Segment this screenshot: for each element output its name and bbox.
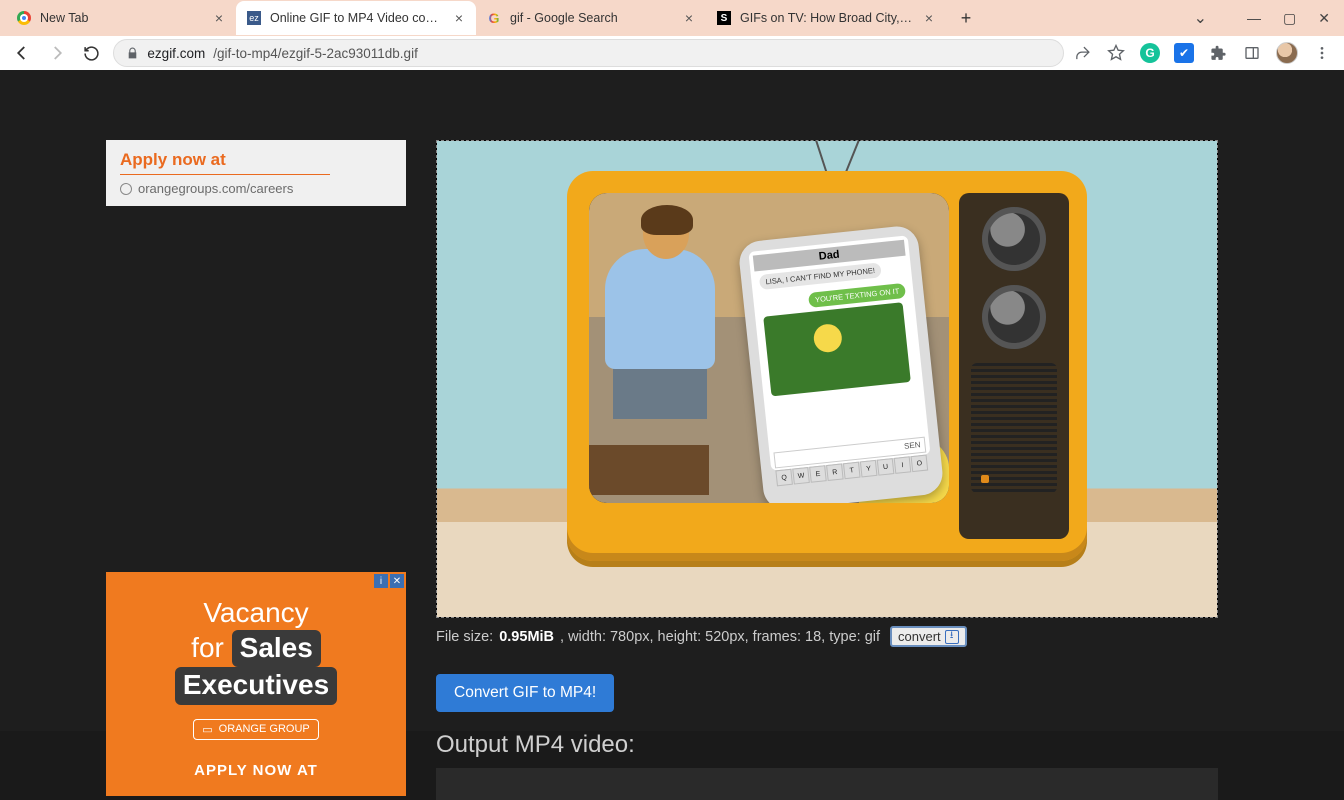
grammarly-icon[interactable]: G <box>1140 43 1160 63</box>
google-icon: G <box>486 10 502 26</box>
chrome-icon <box>16 10 32 26</box>
minimize-button[interactable]: ― <box>1247 10 1261 26</box>
gif-thumbnail <box>763 302 911 396</box>
window-controls: ⌄ ― ▢ ✕ <box>1194 8 1344 28</box>
file-size-value: 0.95MiB <box>499 629 554 645</box>
maximize-button[interactable]: ▢ <box>1283 10 1296 27</box>
url-input[interactable]: ezgif.com/gif-to-mp4/ezgif-5-2ac93011db.… <box>113 39 1064 67</box>
ad-headline: Apply now at <box>120 150 330 175</box>
tab-ezgif[interactable]: ez Online GIF to MP4 Video convert × <box>236 1 476 35</box>
output-video-box <box>436 768 1218 800</box>
tv-knob <box>982 207 1046 271</box>
ad-banner-top[interactable]: Apply now at orangegroups.com/careers <box>106 140 406 206</box>
close-icon[interactable]: × <box>682 11 696 25</box>
tv-knob <box>982 285 1046 349</box>
output-heading: Output MP4 video: <box>436 731 635 759</box>
download-arrow-icon: ⭳ <box>945 630 959 644</box>
tab-strip: New Tab × ez Online GIF to MP4 Video con… <box>0 0 1344 36</box>
close-icon[interactable]: × <box>212 11 226 25</box>
lock-icon <box>126 47 139 60</box>
toolbar-right: G ✔ <box>1072 42 1336 64</box>
ad-heading: Vacancy for Sales Executives <box>124 596 388 705</box>
ad-brand-chip: ▭ ORANGE GROUP <box>193 719 318 740</box>
close-icon[interactable]: × <box>922 11 936 25</box>
phone-illustration: Dad LISA, I CAN'T FIND MY PHONE! YOU'RE … <box>737 224 944 503</box>
tab-title: Online GIF to MP4 Video convert <box>270 11 444 25</box>
tab-google[interactable]: G gif - Google Search × <box>476 1 706 35</box>
bookmark-star-icon[interactable] <box>1106 43 1126 63</box>
close-icon[interactable]: × <box>452 11 466 25</box>
extensions-icon[interactable] <box>1208 43 1228 63</box>
tab-title: gif - Google Search <box>510 11 674 25</box>
share-icon[interactable] <box>1072 43 1092 63</box>
site-icon: S <box>716 10 732 26</box>
forward-button[interactable] <box>43 39 70 67</box>
sidepanel-icon[interactable] <box>1242 43 1262 63</box>
convert-chip[interactable]: convert ⭳ <box>890 626 967 647</box>
tv-speaker <box>971 363 1057 493</box>
gif-preview: Dad LISA, I CAN'T FIND MY PHONE! YOU'RE … <box>436 140 1218 618</box>
url-path: /gif-to-mp4/ezgif-5-2ac93011db.gif <box>213 46 418 61</box>
url-host: ezgif.com <box>147 46 205 61</box>
file-info-line: File size: 0.95MiB , width: 780px, heigh… <box>436 626 967 647</box>
tab-title: New Tab <box>40 11 204 25</box>
globe-icon <box>120 183 132 195</box>
tab-article[interactable]: S GIFs on TV: How Broad City, The × <box>706 1 946 35</box>
browser-chrome: New Tab × ez Online GIF to MP4 Video con… <box>0 0 1344 70</box>
ad-cta: APPLY NOW AT <box>124 762 388 779</box>
ad-subline: orangegroups.com/careers <box>120 181 392 196</box>
back-button[interactable] <box>8 39 35 67</box>
ad-banner-side[interactable]: i✕ Vacancy for Sales Executives ▭ ORANGE… <box>106 572 406 796</box>
close-window-button[interactable]: ✕ <box>1318 10 1330 27</box>
adchoices-icon[interactable]: i✕ <box>374 574 404 588</box>
kebab-menu-icon[interactable] <box>1312 43 1332 63</box>
ezgif-icon: ez <box>246 10 262 26</box>
tab-newtab[interactable]: New Tab × <box>6 1 236 35</box>
extension-blue-icon[interactable]: ✔ <box>1174 43 1194 63</box>
address-bar: ezgif.com/gif-to-mp4/ezgif-5-2ac93011db.… <box>0 36 1344 70</box>
chevron-down-icon[interactable]: ⌄ <box>1194 8 1207 28</box>
reload-button[interactable] <box>78 39 105 67</box>
tab-title: GIFs on TV: How Broad City, The <box>740 11 914 25</box>
convert-button[interactable]: Convert GIF to MP4! <box>436 674 614 712</box>
profile-avatar[interactable] <box>1276 42 1298 64</box>
new-tab-button[interactable]: + <box>952 4 980 32</box>
tv-illustration: Dad LISA, I CAN'T FIND MY PHONE! YOU'RE … <box>567 171 1087 561</box>
page-body: Apply now at orangegroups.com/careers i✕… <box>0 70 1344 731</box>
